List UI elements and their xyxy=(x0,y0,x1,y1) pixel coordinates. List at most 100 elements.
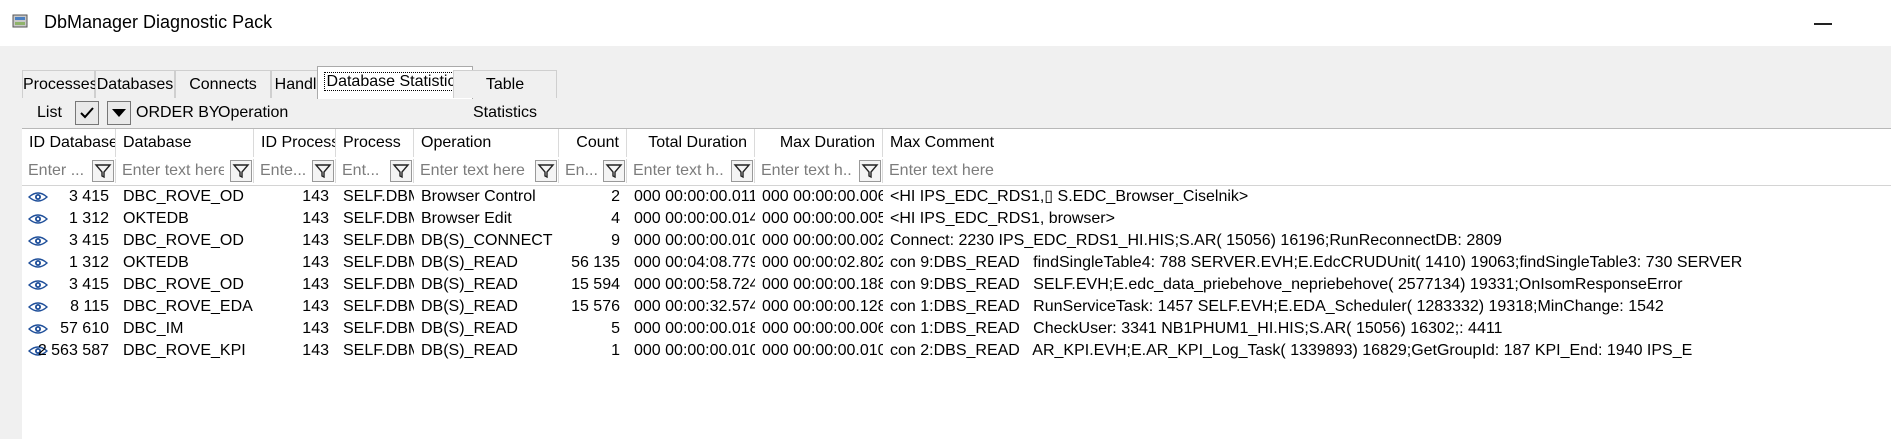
table-row[interactable]: 8 115 DBC_ROVE_EDA 143 SELF.DBM DB(S)_RE… xyxy=(22,296,1891,318)
cell-id-database: 3 415 xyxy=(68,188,109,205)
tab-database-statistics[interactable]: Database Statistics xyxy=(317,66,473,99)
cell-total-duration: 000 00:00:32.574 xyxy=(634,298,755,315)
cell-id-process: 143 xyxy=(302,342,329,359)
cell-max-comment: con 1:DBS_READ RunServiceTask: 1457 SELF… xyxy=(890,298,1664,315)
cell-max-duration: 000 00:00:00.010 xyxy=(762,342,883,359)
cell-id-database: 2 563 587 xyxy=(37,342,109,359)
cell-count: 4 xyxy=(611,210,620,227)
cell-max-duration: 000 00:00:00.006 xyxy=(762,320,883,337)
filter-button-operation[interactable] xyxy=(535,160,557,182)
cell-count: 9 xyxy=(611,232,620,249)
cell-max-comment: con 1:DBS_READ CheckUser: 3341 NB1PHUM1_… xyxy=(890,320,1503,337)
cell-max-duration: 000 00:00:00.006 xyxy=(762,188,883,205)
filter-cell-max-comment xyxy=(883,159,1891,183)
toolbar: List ORDER BY Operation xyxy=(22,100,1891,128)
column-header-count[interactable]: Count xyxy=(559,129,627,157)
cell-total-duration: 000 00:00:00.018 xyxy=(634,320,755,337)
filter-button-total-duration[interactable] xyxy=(731,160,753,182)
filter-button-process[interactable] xyxy=(390,160,412,182)
table-row[interactable]: 2 563 587 DBC_ROVE_KPI 143 SELF.DBM DB(S… xyxy=(22,340,1891,362)
filter-cell-id-database xyxy=(22,159,116,183)
funnel-icon xyxy=(861,164,879,179)
cell-database: DBC_IM xyxy=(123,320,184,337)
table-row[interactable]: 3 415 DBC_ROVE_OD 143 SELF.DBM DB(S)_REA… xyxy=(22,274,1891,296)
cell-operation: Browser Edit xyxy=(421,210,512,227)
cell-id-process: 143 xyxy=(302,254,329,271)
tab-connects[interactable]: Connects xyxy=(175,70,271,98)
minimize-button[interactable] xyxy=(1812,14,1836,30)
column-header-id-database[interactable]: ID Database xyxy=(22,129,116,157)
dropdown-button[interactable] xyxy=(107,101,131,125)
filter-button-count[interactable] xyxy=(603,160,625,182)
column-header-id-process[interactable]: ID Process xyxy=(254,129,336,157)
app-icon xyxy=(12,14,28,28)
filter-input-id-database[interactable] xyxy=(22,159,92,183)
list-label: List xyxy=(37,104,62,121)
cell-count: 1 xyxy=(611,342,620,359)
cell-process: SELF.DBM xyxy=(343,276,414,293)
cell-max-comment: <HI IPS_EDC_RDS1,▯ S.EDC_Browser_Ciselni… xyxy=(890,188,1249,205)
cell-max-duration: 000 00:00:00.005 xyxy=(762,210,883,227)
filter-input-process[interactable] xyxy=(336,159,390,183)
table-row[interactable]: 3 415 DBC_ROVE_OD 143 SELF.DBM DB(S)_CON… xyxy=(22,230,1891,252)
filter-button-database[interactable] xyxy=(230,160,252,182)
column-header-process[interactable]: Process xyxy=(336,129,414,157)
cell-operation: DB(S)_CONNECT xyxy=(421,232,553,249)
filter-button-max-duration[interactable] xyxy=(859,160,881,182)
column-header-max-comment[interactable]: Max Comment xyxy=(883,129,1891,157)
filter-cell-id-process xyxy=(254,159,336,183)
cell-total-duration: 000 00:00:00.011 xyxy=(634,188,755,205)
filter-input-total-duration[interactable] xyxy=(627,159,731,183)
filter-cell-count xyxy=(559,159,627,183)
cell-process: SELF.DBM xyxy=(343,232,414,249)
header-row: ID Database Database ID Process Process … xyxy=(22,129,1891,157)
cell-max-comment: <HI IPS_EDC_RDS1, browser> xyxy=(890,210,1115,227)
cell-id-process: 143 xyxy=(302,232,329,249)
column-header-max-duration[interactable]: Max Duration xyxy=(755,129,883,157)
cell-process: SELF.DBM xyxy=(343,320,414,337)
cell-database: DBC_ROVE_OD xyxy=(123,276,244,293)
funnel-icon xyxy=(314,164,332,179)
cell-max-comment: Connect: 2230 IPS_EDC_RDS1_HI.HIS;S.AR( … xyxy=(890,232,1502,249)
funnel-icon xyxy=(537,164,555,179)
triangle-down-icon xyxy=(112,109,126,117)
cell-process: SELF.DBM xyxy=(343,342,414,359)
table-row[interactable]: 3 415 DBC_ROVE_OD 143 SELF.DBM Browser C… xyxy=(22,186,1891,208)
cell-max-duration: 000 00:00:00.128 xyxy=(762,298,883,315)
tab-databases[interactable]: Databases xyxy=(95,70,175,98)
tab-table-statistics[interactable]: Table Statistics xyxy=(453,70,557,121)
checkmark-button[interactable] xyxy=(75,101,99,125)
column-header-total-duration[interactable]: Total Duration xyxy=(627,129,755,157)
column-header-database[interactable]: Database xyxy=(116,129,254,157)
title-bar: DbManager Diagnostic Pack xyxy=(0,0,1891,46)
cell-operation: Browser Control xyxy=(421,188,536,205)
order-by-value[interactable]: Operation xyxy=(218,104,288,122)
checkmark-icon xyxy=(80,107,94,119)
filter-button-id-database[interactable] xyxy=(92,160,114,182)
funnel-icon xyxy=(733,164,751,179)
filter-button-id-process[interactable] xyxy=(312,160,334,182)
cell-max-comment: con 9:DBS_READ findSingleTable4: 788 SER… xyxy=(890,254,1743,271)
filter-input-operation[interactable] xyxy=(414,159,535,183)
filter-input-max-comment[interactable] xyxy=(883,159,1283,183)
cell-id-database: 3 415 xyxy=(68,232,109,249)
cell-count: 56 135 xyxy=(571,254,620,271)
filter-input-count[interactable] xyxy=(559,159,603,183)
filter-input-database[interactable] xyxy=(116,159,230,183)
cell-total-duration: 000 00:04:08.779 xyxy=(634,254,755,271)
order-by-label: ORDER BY xyxy=(136,104,220,121)
column-header-operation[interactable]: Operation xyxy=(414,129,559,157)
filter-input-id-process[interactable] xyxy=(254,159,312,183)
tab-processes[interactable]: Processes xyxy=(22,70,98,98)
cell-database: OKTEDB xyxy=(123,210,189,227)
cell-total-duration: 000 00:00:58.724 xyxy=(634,276,755,293)
cell-id-database: 1 312 xyxy=(68,210,109,227)
cell-total-duration: 000 00:00:00.010 xyxy=(634,342,755,359)
filter-cell-process xyxy=(336,159,414,183)
filter-input-max-duration[interactable] xyxy=(755,159,859,183)
table-row[interactable]: 1 312 OKTEDB 143 SELF.DBM DB(S)_READ 56 … xyxy=(22,252,1891,274)
table-row[interactable]: 1 312 OKTEDB 143 SELF.DBM Browser Edit 4… xyxy=(22,208,1891,230)
table-row[interactable]: 57 610 DBC_IM 143 SELF.DBM DB(S)_READ 5 … xyxy=(22,318,1891,340)
cell-id-database: 1 312 xyxy=(68,254,109,271)
cell-id-database: 3 415 xyxy=(68,276,109,293)
